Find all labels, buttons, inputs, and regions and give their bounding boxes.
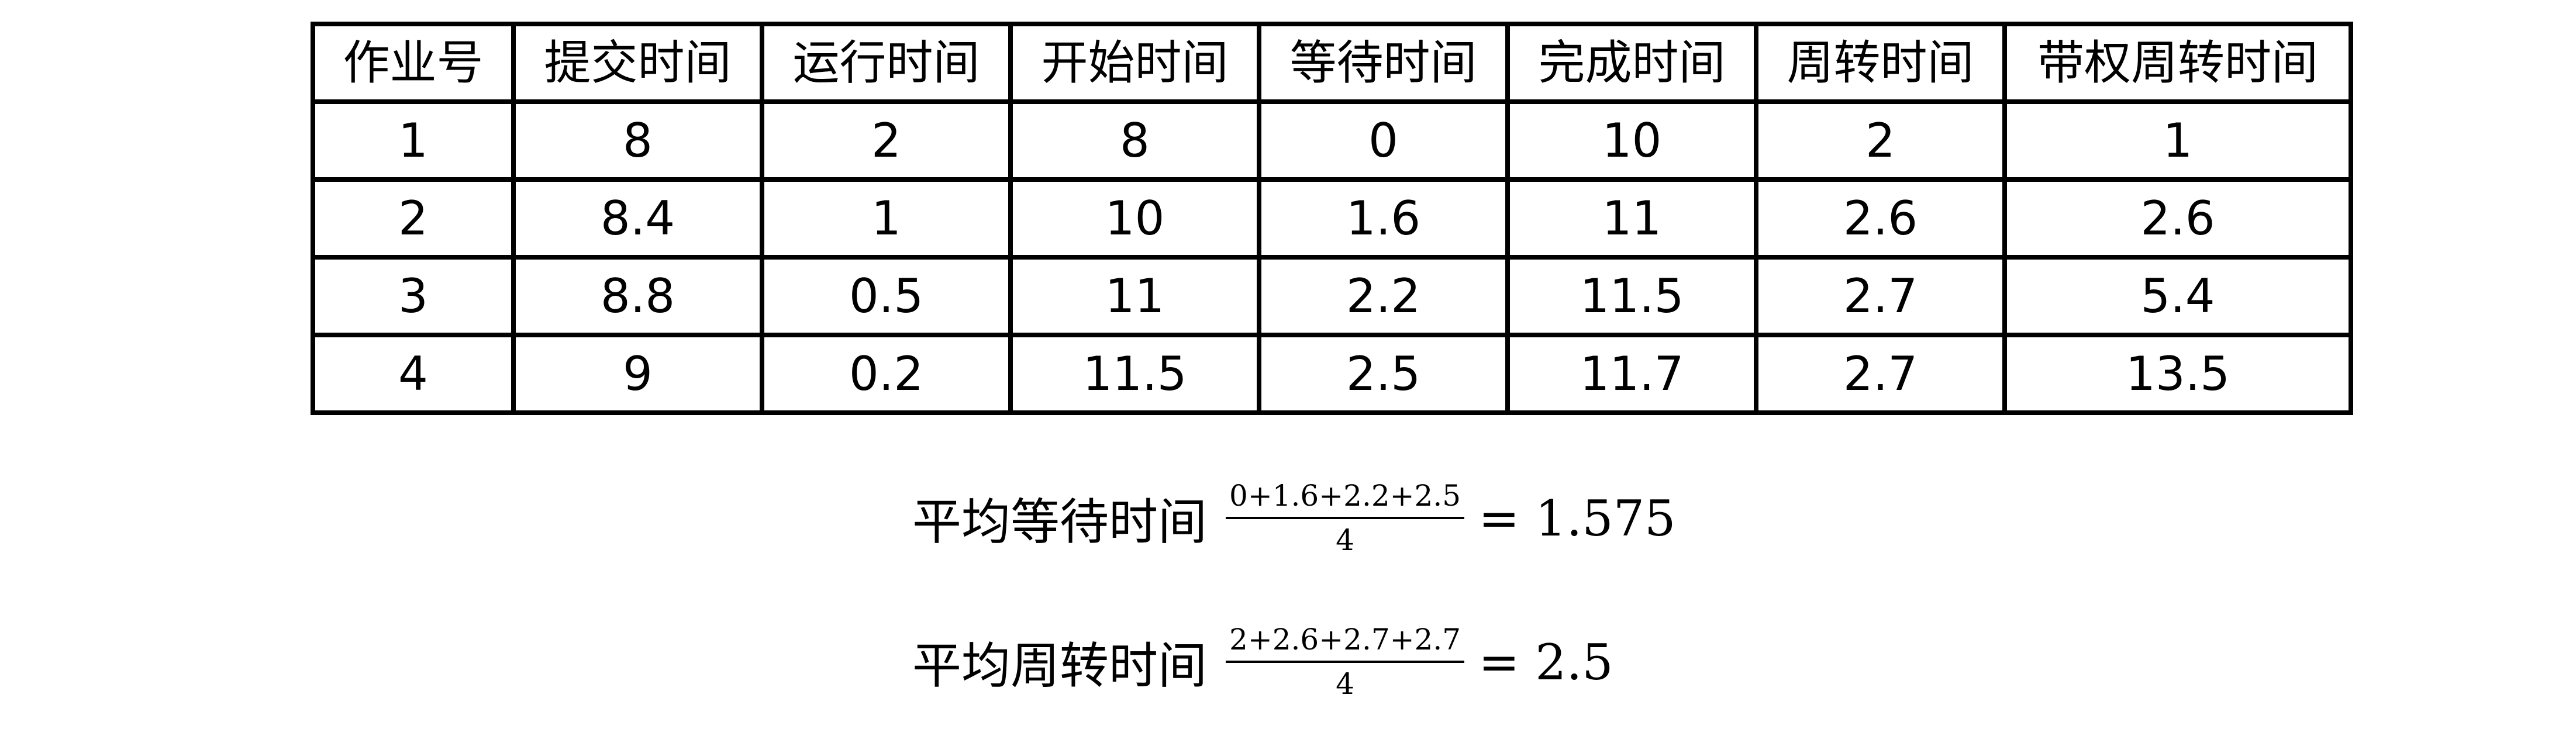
- table-cell: 13.5: [2002, 333, 2353, 415]
- header-weighted-turnaround-time: 带权周转时间: [2002, 22, 2353, 104]
- header-job-id: 作业号: [311, 22, 516, 104]
- table-cell: 11: [1505, 177, 1758, 260]
- average-turnaround-numerator: 2+2.6+2.7+2.7: [1229, 623, 1461, 657]
- table-cell: 8: [1008, 99, 1261, 182]
- table-cell: 8.4: [511, 177, 764, 260]
- header-submit-time: 提交时间: [511, 22, 764, 104]
- table-cell: 11.5: [1505, 255, 1758, 337]
- table-cell: 11.7: [1505, 333, 1758, 415]
- table-cell: 10: [1008, 177, 1261, 260]
- average-wait-result: = 1.575: [1478, 489, 1676, 547]
- table-cell: 1.6: [1257, 177, 1510, 260]
- table-cell: 8.8: [511, 255, 764, 337]
- header-turnaround-time: 周转时间: [1754, 22, 2007, 104]
- table-cell: 1: [311, 99, 516, 182]
- average-wait-formula: 平均等待时间 0+1.6+2.2+2.5 4 = 1.575: [912, 479, 1676, 557]
- average-turnaround-formula: 平均周转时间 2+2.6+2.7+2.7 4 = 2.5: [912, 623, 1613, 701]
- table-cell: 2: [1754, 99, 2007, 182]
- average-turnaround-label: 平均周转时间: [912, 637, 1208, 695]
- schedule-table: 作业号 提交时间 运行时间 开始时间 等待时间 完成时间 周转时间 带权周转时间…: [311, 22, 2353, 415]
- average-wait-label: 平均等待时间: [912, 493, 1208, 551]
- table-cell: 0.2: [760, 333, 1013, 415]
- table-cell: 5.4: [2002, 255, 2353, 337]
- header-start-time: 开始时间: [1008, 22, 1261, 104]
- header-row: 作业号 提交时间 运行时间 开始时间 等待时间 完成时间 周转时间 带权周转时间: [311, 22, 2353, 104]
- table-cell: 2: [760, 99, 1013, 182]
- table-row: 1 8 2 8 0 10 2 1: [311, 99, 2353, 182]
- table-cell: 0.5: [760, 255, 1013, 337]
- average-wait-numerator: 0+1.6+2.2+2.5: [1229, 479, 1461, 513]
- table-cell: 2.5: [1257, 333, 1510, 415]
- header-finish-time: 完成时间: [1505, 22, 1758, 104]
- table-cell: 11.5: [1008, 333, 1261, 415]
- table-cell: 1: [2002, 99, 2353, 182]
- average-wait-fraction: 0+1.6+2.2+2.5 4: [1226, 479, 1465, 557]
- average-turnaround-denominator: 4: [1336, 666, 1354, 701]
- table-cell: 8: [511, 99, 764, 182]
- table-cell: 2.2: [1257, 255, 1510, 337]
- average-turnaround-result: = 2.5: [1478, 633, 1613, 691]
- table-row: 3 8.8 0.5 11 2.2 11.5 2.7 5.4: [311, 255, 2353, 337]
- header-run-time: 运行时间: [760, 22, 1013, 104]
- table-row: 2 8.4 1 10 1.6 11 2.6 2.6: [311, 177, 2353, 260]
- table-cell: 2.6: [1754, 177, 2007, 260]
- table-cell: 2.6: [2002, 177, 2353, 260]
- table-cell: 3: [311, 255, 516, 337]
- table-cell: 9: [511, 333, 764, 415]
- table-row: 4 9 0.2 11.5 2.5 11.7 2.7 13.5: [311, 333, 2353, 415]
- average-turnaround-fraction: 2+2.6+2.7+2.7 4: [1226, 623, 1465, 701]
- table-cell: 2.7: [1754, 333, 2007, 415]
- table-cell: 1: [760, 177, 1013, 260]
- table-cell: 2.7: [1754, 255, 2007, 337]
- average-wait-denominator: 4: [1336, 523, 1354, 557]
- table-cell: 11: [1008, 255, 1261, 337]
- table-cell: 0: [1257, 99, 1510, 182]
- table-cell: 4: [311, 333, 516, 415]
- header-wait-time: 等待时间: [1257, 22, 1510, 104]
- table-cell: 10: [1505, 99, 1758, 182]
- table-cell: 2: [311, 177, 516, 260]
